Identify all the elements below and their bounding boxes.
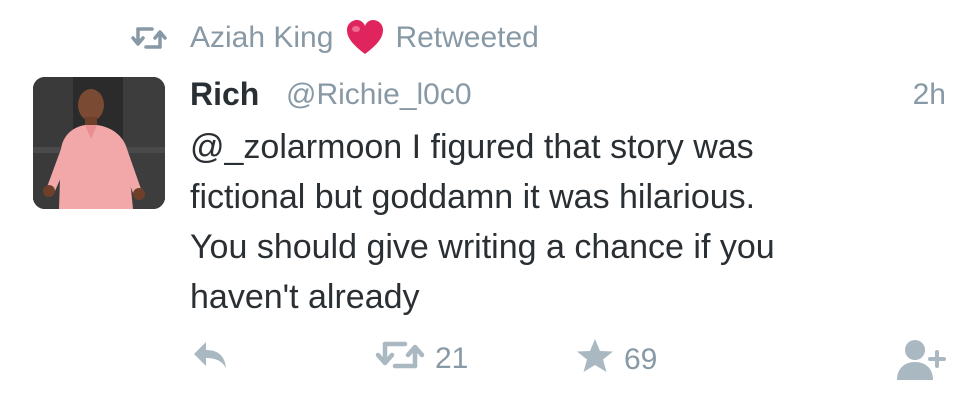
follow-user-icon [895,338,947,390]
tweet-timestamp[interactable]: 2h [913,78,946,112]
retweet-icon [375,338,425,380]
tweet-text-line: haven't already [190,278,420,316]
retweet-button[interactable]: 21 [375,338,468,380]
retweeter-name[interactable]: Aziah King [190,21,333,55]
retweet-count: 21 [435,342,469,375]
tweet-card[interactable]: Aziah King Retweeted Rich @Richie_l0c0 2… [0,0,980,410]
author-handle[interactable]: @Richie_l0c0 [286,78,472,112]
star-icon [576,338,614,382]
tweet-header: Rich @Richie_l0c0 2h [190,72,950,118]
retweeted-label: Retweeted [395,21,539,54]
author-name[interactable]: Rich [190,76,259,113]
like-button[interactable]: 69 [576,338,657,382]
follow-button[interactable] [895,338,947,390]
tweet-actions: 21 69 [0,330,980,386]
tweet-text-line: fictional but goddamn it was hilarious. [190,178,756,216]
retweet-icon [130,25,168,51]
tweet-text: @_zolarmoon I figured that story was fic… [190,122,950,322]
tweet-text-line: @_zolarmoon I figured that story was [190,128,754,166]
heart-emoji-icon [345,18,385,58]
avatar[interactable] [33,77,165,209]
retweet-context: Aziah King Retweeted [130,14,539,62]
like-count: 69 [624,343,658,376]
reply-button[interactable] [190,338,230,380]
reply-icon [190,338,230,380]
tweet-text-line: You should give writing a chance if you [190,228,775,266]
